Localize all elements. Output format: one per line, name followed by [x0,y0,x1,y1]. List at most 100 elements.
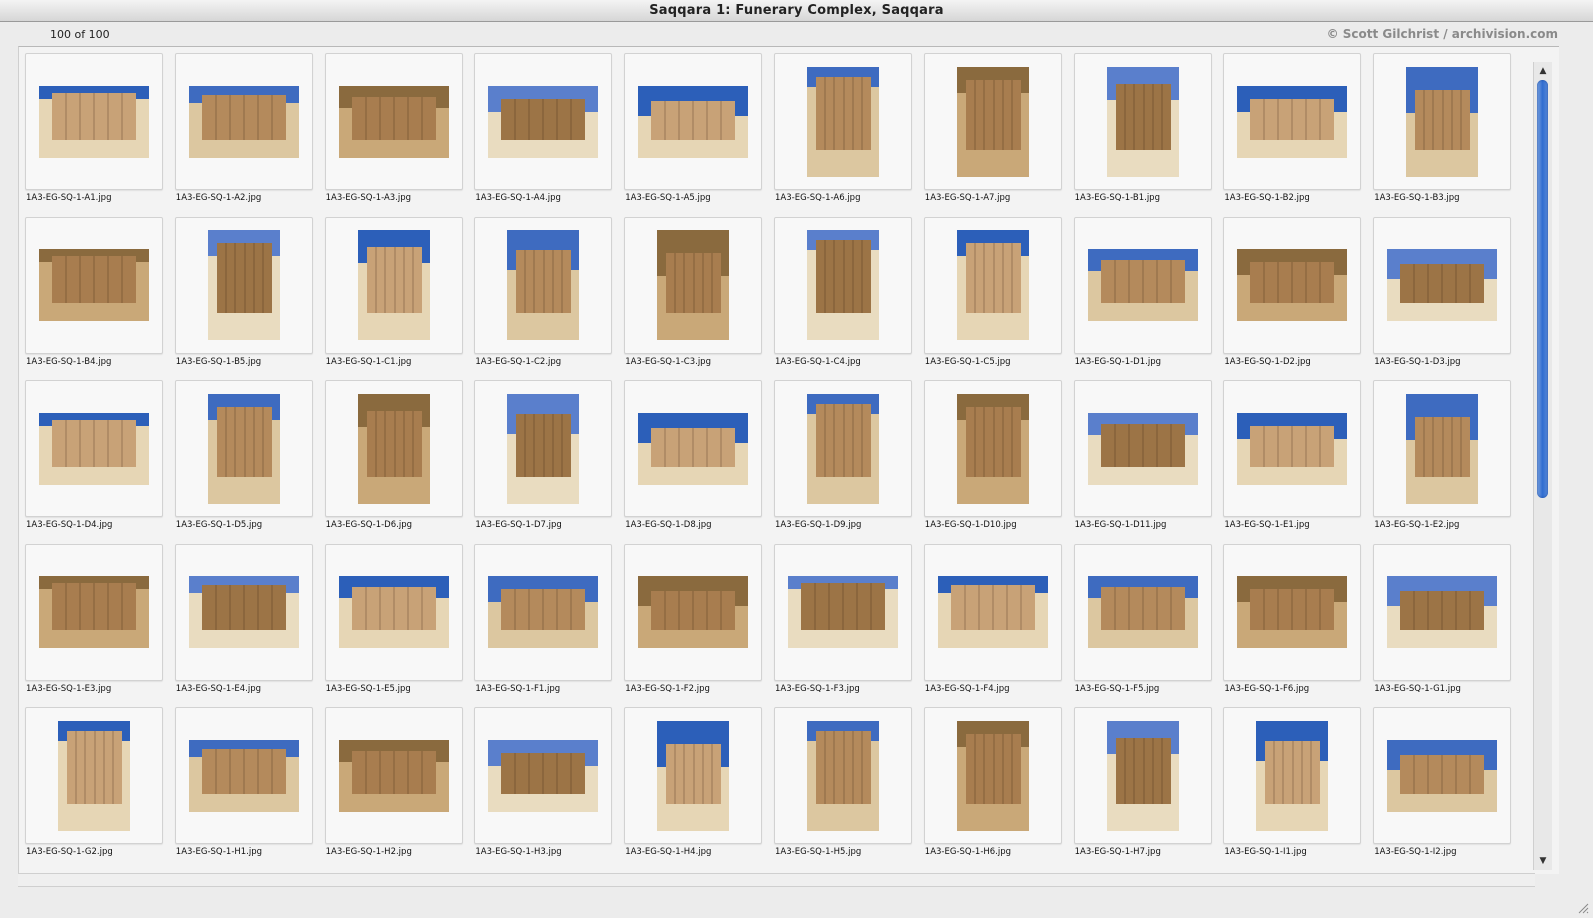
thumbnail-cell[interactable]: 1A3-EG-SQ-1-H6.jpg [918,701,1068,864]
thumbnail-card[interactable] [923,707,1062,844]
thumbnail-cell[interactable]: 1A3-EG-SQ-1-C1.jpg [319,211,469,374]
photo-thumbnail[interactable] [39,85,149,158]
thumbnail-cell[interactable]: 1A3-EG-SQ-1-B5.jpg [169,211,319,374]
thumbnail-cell[interactable]: 1A3-EG-SQ-1-A4.jpg [468,47,618,210]
thumbnail-cell[interactable]: 1A3-EG-SQ-1-F5.jpg [1068,538,1218,701]
photo-thumbnail[interactable] [807,66,879,177]
photo-thumbnail[interactable] [807,393,879,504]
thumbnail-cell[interactable]: 1A3-EG-SQ-1-G2.jpg [19,701,169,864]
thumbnail-card[interactable] [774,53,912,190]
photo-thumbnail[interactable] [956,720,1029,831]
photo-thumbnail[interactable] [1387,739,1498,812]
photo-thumbnail[interactable] [1237,412,1348,485]
thumbnail-cell[interactable]: 1A3-EG-SQ-1-H3.jpg [468,701,618,864]
thumbnail-card[interactable] [474,53,613,190]
photo-thumbnail[interactable] [1256,720,1329,831]
thumbnail-card[interactable] [25,380,163,517]
photo-thumbnail[interactable] [39,576,149,648]
thumbnail-cell[interactable]: 1A3-EG-SQ-1-H7.jpg [1068,701,1218,864]
thumbnail-cell[interactable]: 1A3-EG-SQ-1-C2.jpg [468,211,618,374]
thumbnail-cell[interactable]: 1A3-EG-SQ-1-E3.jpg [19,538,169,701]
thumbnail-card[interactable] [1073,543,1212,681]
photo-thumbnail[interactable] [58,720,130,831]
thumbnail-cell[interactable]: 1A3-EG-SQ-1-B2.jpg [1217,47,1367,210]
photo-thumbnail[interactable] [488,739,599,812]
photo-thumbnail[interactable] [1387,576,1498,648]
photo-thumbnail[interactable] [788,576,898,648]
vertical-scrollbar[interactable]: ▲ ▼ [1533,62,1552,870]
thumbnail-card[interactable] [25,543,163,681]
photo-thumbnail[interactable] [1237,85,1348,158]
photo-thumbnail[interactable] [657,720,730,831]
photo-thumbnail[interactable] [188,739,299,812]
photo-thumbnail[interactable] [638,85,749,158]
thumbnail-card[interactable] [1223,707,1362,844]
photo-thumbnail[interactable] [1406,66,1479,177]
scroll-up-arrow-icon[interactable]: ▲ [1536,64,1550,78]
photo-thumbnail[interactable] [338,85,449,158]
thumbnail-card[interactable] [474,707,613,844]
photo-thumbnail[interactable] [807,230,879,340]
thumbnail-card[interactable] [474,216,613,354]
thumbnail-cell[interactable]: 1A3-EG-SQ-1-D8.jpg [618,374,768,537]
thumbnail-cell[interactable]: 1A3-EG-SQ-1-F1.jpg [468,538,618,701]
photo-thumbnail[interactable] [1406,393,1479,504]
thumbnail-cell[interactable]: 1A3-EG-SQ-1-G1.jpg [1367,538,1517,701]
thumbnail-card[interactable] [624,216,763,354]
thumbnail-card[interactable] [25,53,163,190]
thumbnail-cell[interactable]: 1A3-EG-SQ-1-H5.jpg [768,701,918,864]
thumbnail-card[interactable] [1223,543,1362,681]
thumbnail-card[interactable] [324,53,463,190]
thumbnail-cell[interactable]: 1A3-EG-SQ-1-A5.jpg [618,47,768,210]
photo-thumbnail[interactable] [657,230,730,340]
thumbnail-card[interactable] [923,380,1062,517]
thumbnail-card[interactable] [624,53,763,190]
thumbnail-card[interactable] [1073,380,1212,517]
thumbnail-card[interactable] [1223,53,1362,190]
photo-thumbnail[interactable] [357,393,430,504]
thumbnail-card[interactable] [324,216,463,354]
thumbnail-card[interactable] [324,380,463,517]
thumbnail-card[interactable] [174,543,313,681]
photo-thumbnail[interactable] [507,393,580,504]
thumbnail-cell[interactable]: 1A3-EG-SQ-1-I1.jpg [1217,701,1367,864]
photo-thumbnail[interactable] [956,393,1029,504]
thumbnail-card[interactable] [1373,53,1512,190]
thumbnail-cell[interactable]: 1A3-EG-SQ-1-H2.jpg [319,701,469,864]
thumbnail-card[interactable] [25,707,163,844]
thumbnail-cell[interactable]: 1A3-EG-SQ-1-A2.jpg [169,47,319,210]
thumbnail-cell[interactable]: 1A3-EG-SQ-1-D3.jpg [1367,211,1517,374]
photo-thumbnail[interactable] [1087,576,1198,648]
thumbnail-cell[interactable]: 1A3-EG-SQ-1-D5.jpg [169,374,319,537]
thumbnail-card[interactable] [1373,216,1512,354]
thumbnail-cell[interactable]: 1A3-EG-SQ-1-F2.jpg [618,538,768,701]
photo-thumbnail[interactable] [638,412,749,485]
thumbnail-card[interactable] [774,543,912,681]
thumbnail-card[interactable] [774,380,912,517]
thumbnail-card[interactable] [1373,380,1512,517]
thumbnail-card[interactable] [624,380,763,517]
thumbnail-card[interactable] [474,380,613,517]
thumbnail-card[interactable] [1373,707,1512,844]
photo-thumbnail[interactable] [956,66,1029,177]
photo-thumbnail[interactable] [338,739,449,812]
thumbnail-cell[interactable]: 1A3-EG-SQ-1-C5.jpg [918,211,1068,374]
thumbnail-cell[interactable]: 1A3-EG-SQ-1-F4.jpg [918,538,1068,701]
thumbnail-card[interactable] [774,216,912,354]
thumbnail-cell[interactable]: 1A3-EG-SQ-1-D7.jpg [468,374,618,537]
thumbnail-cell[interactable]: 1A3-EG-SQ-1-C3.jpg [618,211,768,374]
thumbnail-card[interactable] [174,216,313,354]
thumbnail-card[interactable] [324,543,463,681]
thumbnail-card[interactable] [774,707,912,844]
thumbnail-cell[interactable]: 1A3-EG-SQ-1-E2.jpg [1367,374,1517,537]
thumbnail-cell[interactable]: 1A3-EG-SQ-1-B4.jpg [19,211,169,374]
thumbnail-card[interactable] [1073,216,1212,354]
title-bar[interactable]: Saqqara 1: Funerary Complex, Saqqara [0,0,1593,22]
thumbnail-cell[interactable]: 1A3-EG-SQ-1-A7.jpg [918,47,1068,210]
thumbnail-cell[interactable]: 1A3-EG-SQ-1-F6.jpg [1217,538,1367,701]
photo-thumbnail[interactable] [188,85,299,158]
photo-thumbnail[interactable] [1387,249,1498,321]
thumbnail-card[interactable] [923,53,1062,190]
photo-thumbnail[interactable] [338,576,449,648]
thumbnail-card[interactable] [25,216,163,354]
